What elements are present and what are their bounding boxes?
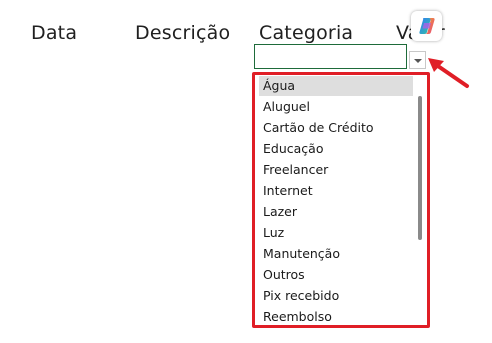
dropdown-arrow-icon xyxy=(414,59,422,63)
column-header-descricao: Descrição xyxy=(135,22,231,44)
dropdown-option[interactable]: Água xyxy=(259,76,413,96)
dropdown-option[interactable]: Reembolso xyxy=(259,307,413,327)
column-header-categoria: Categoria xyxy=(259,22,354,44)
copilot-icon xyxy=(418,18,435,34)
dropdown-option[interactable]: Luz xyxy=(259,223,413,243)
dropdown-option[interactable]: Cartão de Crédito xyxy=(259,118,413,138)
copilot-button[interactable] xyxy=(411,11,442,41)
dropdown-button[interactable] xyxy=(409,51,426,69)
dropdown-scrollbar[interactable] xyxy=(416,78,424,322)
dropdown-option[interactable]: Pix recebido xyxy=(259,286,413,306)
dropdown-option[interactable]: Lazer xyxy=(259,202,413,222)
dropdown-option[interactable]: Freelancer xyxy=(259,160,413,180)
dropdown-list: Água Aluguel Cartão de Crédito Educação … xyxy=(252,72,430,328)
column-header-data: Data xyxy=(31,22,78,44)
scrollbar-thumb[interactable] xyxy=(418,96,422,240)
dropdown-option[interactable]: Manutenção xyxy=(259,244,413,264)
dropdown-option[interactable]: Educação xyxy=(259,139,413,159)
dropdown-option[interactable]: Outros xyxy=(259,265,413,285)
red-arrow-icon xyxy=(428,58,469,88)
dropdown-option[interactable]: Aluguel xyxy=(259,97,413,117)
active-cell-categoria[interactable] xyxy=(254,44,407,69)
dropdown-option[interactable]: Internet xyxy=(259,181,413,201)
